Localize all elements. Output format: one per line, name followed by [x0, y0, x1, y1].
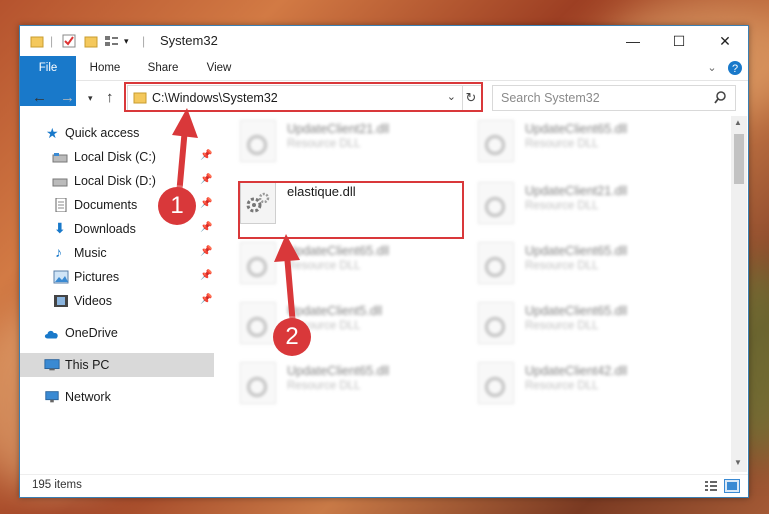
step-badge-2: 2	[273, 318, 311, 356]
step-badge-1: 1	[158, 187, 196, 225]
arrow-line-2	[284, 252, 296, 328]
arrow-line-1	[176, 125, 188, 198]
annotation-arrows	[172, 108, 300, 328]
arrow-head-2	[274, 234, 300, 262]
arrow-head-1	[172, 108, 198, 138]
